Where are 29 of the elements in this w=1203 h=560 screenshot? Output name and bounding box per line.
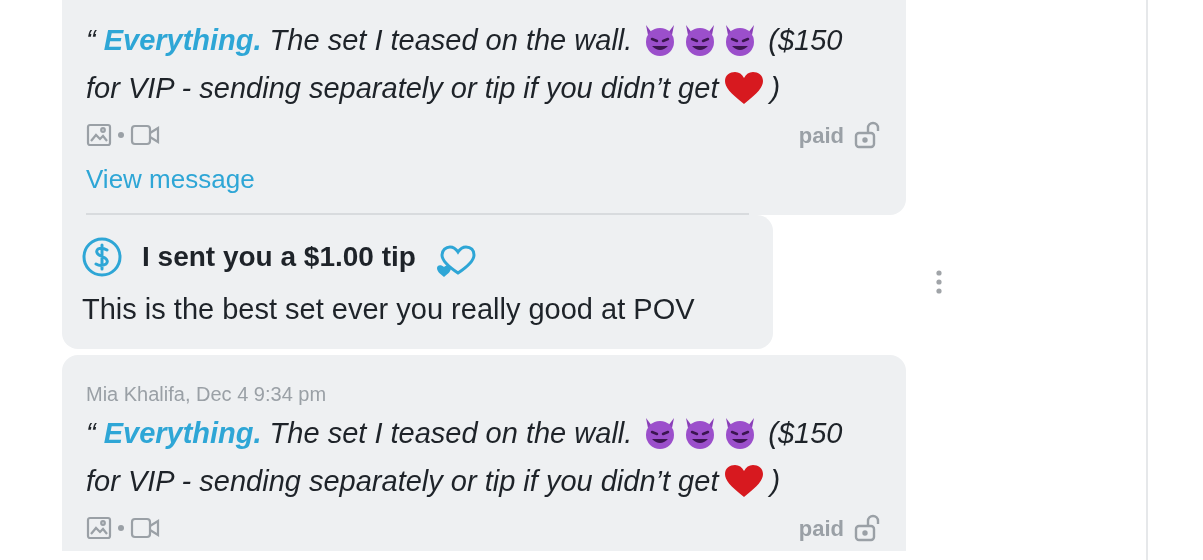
dot-icon — [118, 525, 124, 531]
tip-message: This is the best set ever you really good at POV — [82, 292, 696, 327]
message-text: for VIP - sending separately or tip if you didn’t get — [86, 464, 719, 499]
heart-emoji-icon — [724, 71, 765, 105]
quote-mark: “ — [86, 416, 96, 451]
message-text: for VIP - sending separately or tip if you didn’t get — [86, 71, 719, 106]
highlight-text: Everything. — [103, 416, 262, 451]
highlight-text: Everything. — [103, 23, 262, 58]
message-text: ) — [770, 71, 781, 106]
sender-line: Mia Khalifa, Dec 4 9:34 pm — [86, 382, 328, 407]
message-text: The set I teased on the wall. — [269, 23, 633, 58]
message-text: ($150 — [768, 416, 843, 451]
message-text: ($150 — [768, 23, 843, 58]
video-icon — [130, 124, 160, 146]
message-text: The set I teased on the wall. — [269, 416, 633, 451]
view-message-link[interactable]: View message — [86, 164, 255, 194]
video-icon — [130, 517, 160, 539]
price-label: paid — [798, 514, 844, 543]
hearts-icon — [435, 243, 478, 279]
heart-emoji-icon — [724, 464, 765, 498]
dollar-icon — [82, 237, 122, 277]
more-options-icon[interactable] — [935, 270, 943, 294]
quote-mark: “ — [86, 23, 96, 58]
price-label: paid — [798, 121, 844, 150]
dot-icon — [118, 132, 124, 138]
tip-title: I sent you a $1.00 tip — [142, 240, 416, 274]
image-icon — [86, 516, 112, 540]
message-text: ) — [770, 464, 781, 499]
image-icon — [86, 123, 112, 147]
